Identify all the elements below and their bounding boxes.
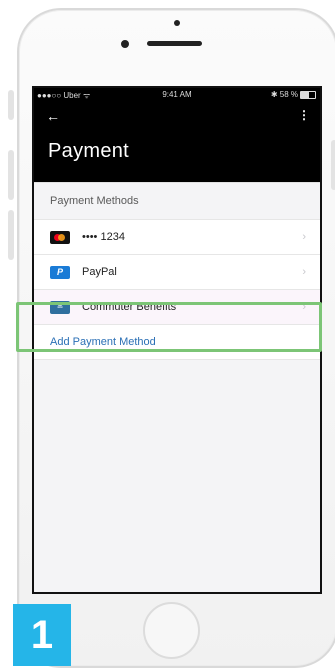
phone-volume-up: [8, 150, 14, 200]
back-arrow-icon[interactable]: ←: [46, 108, 60, 124]
phone-speaker: [147, 41, 202, 46]
section-title: Payment Methods: [34, 182, 320, 219]
paypal-label: PayPal: [82, 266, 117, 278]
phone-volume-down: [8, 210, 14, 260]
phone-sensor: [121, 40, 129, 48]
page-title: Payment: [48, 140, 130, 162]
card-label: •••• 1234: [82, 231, 125, 243]
battery-icon: [300, 90, 316, 99]
phone-power-button: [331, 140, 335, 190]
payment-method-card[interactable]: •••• 1234 ›: [34, 219, 320, 254]
phone-home-button[interactable]: [143, 602, 200, 659]
status-bar: ●●●○○ Uber ᯤ 9:41 AM ✱ 58 %: [34, 88, 320, 102]
mastercard-icon: [50, 230, 70, 244]
step-number-badge: 1: [13, 604, 71, 666]
battery-status: ✱ 58 %: [271, 90, 316, 99]
more-menu-icon[interactable]: ⋮: [298, 108, 310, 122]
paypal-icon: P: [50, 265, 70, 279]
battery-text: ✱ 58 %: [270, 90, 298, 99]
chevron-right-icon: ›: [302, 266, 306, 278]
payment-method-paypal[interactable]: P PayPal ›: [34, 254, 320, 289]
chevron-right-icon: ›: [302, 231, 306, 243]
list-divider: [34, 359, 320, 360]
phone-camera: [174, 20, 180, 26]
phone-mute-switch: [8, 90, 14, 120]
top-bar: ●●●○○ Uber ᯤ 9:41 AM ✱ 58 % ← ⋮ Payment: [34, 88, 320, 182]
highlight-callout: [16, 302, 322, 352]
